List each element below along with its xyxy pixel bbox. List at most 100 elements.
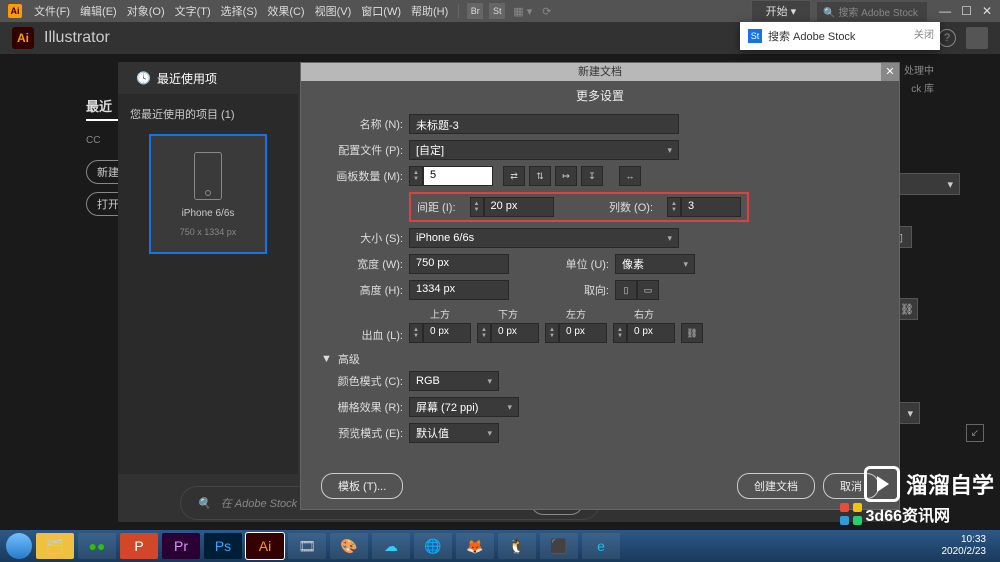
menu-help[interactable]: 帮助(H) [407, 3, 452, 19]
tb-powerpoint[interactable]: P [120, 533, 158, 559]
tb-wechat[interactable]: ●● [78, 533, 116, 559]
spacing-input[interactable]: 20 px [484, 197, 554, 217]
preview-select[interactable]: 默认值 [409, 423, 499, 443]
tb-qq[interactable]: 🐧 [498, 533, 536, 559]
size-select[interactable]: iPhone 6/6s [409, 228, 679, 248]
bleed-link-button[interactable]: ⛓ [681, 323, 703, 343]
minimize-button[interactable]: — [939, 4, 951, 18]
grid-by-col-icon[interactable]: ⇅ [529, 166, 551, 186]
bleed-bottom-dlg[interactable]: 0 px [491, 323, 539, 343]
menu-file[interactable]: 文件(F) [30, 3, 74, 19]
app-logo: Ai [12, 27, 34, 49]
raster-label: 栅格效果 (R): [321, 399, 409, 415]
bleed-top-hdr: 上方 [430, 306, 450, 321]
tb-ie[interactable]: e [582, 533, 620, 559]
menu-object[interactable]: 对象(O) [123, 3, 169, 19]
bleed-top-dlg[interactable]: 0 px [423, 323, 471, 343]
user-avatar[interactable] [966, 27, 988, 49]
spin-arrows-icon[interactable]: ▲▼ [409, 166, 423, 186]
templates-button[interactable]: 模板 (T)... [321, 473, 403, 499]
dlg-height-input[interactable]: 1334 px [409, 280, 509, 300]
phone-icon [194, 152, 222, 200]
adobe-stock-search[interactable]: 🔍 搜索 Adobe Stock [817, 2, 927, 21]
taskbar-clock[interactable]: 10:332020/2/23 [942, 534, 995, 558]
rtl-icon[interactable]: ↔ [619, 166, 641, 186]
popup-close[interactable]: 关闭 [914, 26, 934, 41]
bridge-icon[interactable]: Br [467, 3, 483, 19]
spin-arrows-icon[interactable]: ▲▼ [477, 323, 491, 343]
spacing-label: 间距 (I): [417, 199, 456, 215]
menu-select[interactable]: 选择(S) [217, 3, 262, 19]
grid-by-row-icon[interactable]: ⇄ [503, 166, 525, 186]
artboards-input[interactable]: 5 [423, 166, 493, 186]
profile-select[interactable]: [自定] [409, 140, 679, 160]
spin-arrows-icon[interactable]: ▲▼ [667, 197, 681, 217]
cmode-dlg-label: 颜色模式 (C): [321, 373, 409, 389]
gpu-icon[interactable]: ⟳ [538, 5, 555, 18]
stock-icon[interactable]: St [489, 3, 505, 19]
close-button[interactable]: ✕ [982, 4, 992, 18]
tb-app1[interactable]: 🎨 [330, 533, 368, 559]
menu-effect[interactable]: 效果(C) [263, 3, 308, 19]
search-icon: 🔍 [197, 497, 211, 510]
advanced-toggle[interactable]: ▼高级 [321, 351, 879, 367]
tb-app2[interactable]: ☁ [372, 533, 410, 559]
arrange-docs-icon[interactable]: ▦ ▾ [509, 5, 536, 18]
tb-app3[interactable]: ⬛ [540, 533, 578, 559]
profile-label: 配置文件 (P): [321, 142, 409, 158]
start-button[interactable]: 开始 ▾ [751, 0, 812, 22]
bleed-left-dlg[interactable]: 0 px [559, 323, 607, 343]
bleed-right-dlg[interactable]: 0 px [627, 323, 675, 343]
popup-hint-1: 处理中 [904, 62, 934, 77]
raster-select[interactable]: 屏幕 (72 ppi) [409, 397, 519, 417]
create-document-button[interactable]: 创建文档 [737, 473, 815, 499]
dlg-width-input[interactable]: 750 px [409, 254, 509, 274]
spin-arrows-icon[interactable]: ▲▼ [613, 323, 627, 343]
dialog-titlebar: 新建文档 ✕ [301, 63, 899, 81]
menu-view[interactable]: 视图(V) [311, 3, 356, 19]
menubar: Ai 文件(F) 编辑(E) 对象(O) 文字(T) 选择(S) 效果(C) 视… [0, 0, 1000, 22]
more-settings-dialog: 新建文档 ✕ 更多设置 名称 (N): 未标题-3 配置文件 (P): [自定]… [300, 62, 900, 510]
tb-media[interactable]: 🎞 [288, 533, 326, 559]
name-input[interactable]: 未标题-3 [409, 114, 679, 134]
menu-window[interactable]: 窗口(W) [357, 3, 405, 19]
dialog-close-button[interactable]: ✕ [881, 63, 899, 81]
orient-label: 取向: [549, 282, 609, 298]
cols-input[interactable]: 3 [681, 197, 741, 217]
menu-type[interactable]: 文字(T) [171, 3, 215, 19]
tb-browser[interactable] [6, 533, 32, 559]
arrange-right-icon[interactable]: ↦ [555, 166, 577, 186]
spin-arrows-icon[interactable]: ▲▼ [470, 197, 484, 217]
maximize-button[interactable]: ☐ [961, 4, 972, 18]
dlg-height-label: 高度 (H): [321, 282, 409, 298]
watermark-brand: 溜溜自学 [864, 466, 994, 502]
expand-panel-icon[interactable]: ↙ [966, 424, 984, 442]
tb-chrome[interactable]: 🌐 [414, 533, 452, 559]
thumb-size: 750 x 1334 px [180, 227, 237, 237]
bleed-bottom-hdr: 下方 [498, 306, 518, 321]
cols-label: 列数 (O): [609, 199, 653, 215]
spin-arrows-icon[interactable]: ▲▼ [545, 323, 559, 343]
tb-firefox[interactable]: 🦊 [456, 533, 494, 559]
recent-panel: 您最近使用的项目 (1) iPhone 6/6s 750 x 1334 px [118, 94, 298, 474]
recent-thumb[interactable]: iPhone 6/6s 750 x 1334 px [149, 134, 267, 254]
spin-arrows-icon[interactable]: ▲▼ [409, 323, 423, 343]
orient-portrait-button[interactable]: ▯ [615, 280, 637, 300]
tb-illustrator[interactable]: Ai [246, 533, 284, 559]
tab-recent[interactable]: 🕓最近使用项 [118, 70, 235, 87]
size-label: 大小 (S): [321, 230, 409, 246]
unit-select[interactable]: 像素 [615, 254, 695, 274]
menu-edit[interactable]: 编辑(E) [76, 3, 121, 19]
recent-header: 您最近使用的项目 (1) [130, 106, 286, 122]
cmode-select[interactable]: RGB [409, 371, 499, 391]
tb-premiere[interactable]: Pr [162, 533, 200, 559]
tb-photoshop[interactable]: Ps [204, 533, 242, 559]
orient-landscape-button[interactable]: ▭ [637, 280, 659, 300]
bleed-right-hdr: 右方 [634, 306, 654, 321]
help-icon[interactable]: ? [938, 29, 956, 47]
tb-explorer[interactable]: 🗂 [36, 533, 74, 559]
thumb-name: iPhone 6/6s [182, 208, 235, 219]
ai-corner-badge: Ai [8, 4, 22, 18]
arrange-down-icon[interactable]: ↧ [581, 166, 603, 186]
bleed-dlg-label: 出血 (L): [321, 327, 409, 343]
